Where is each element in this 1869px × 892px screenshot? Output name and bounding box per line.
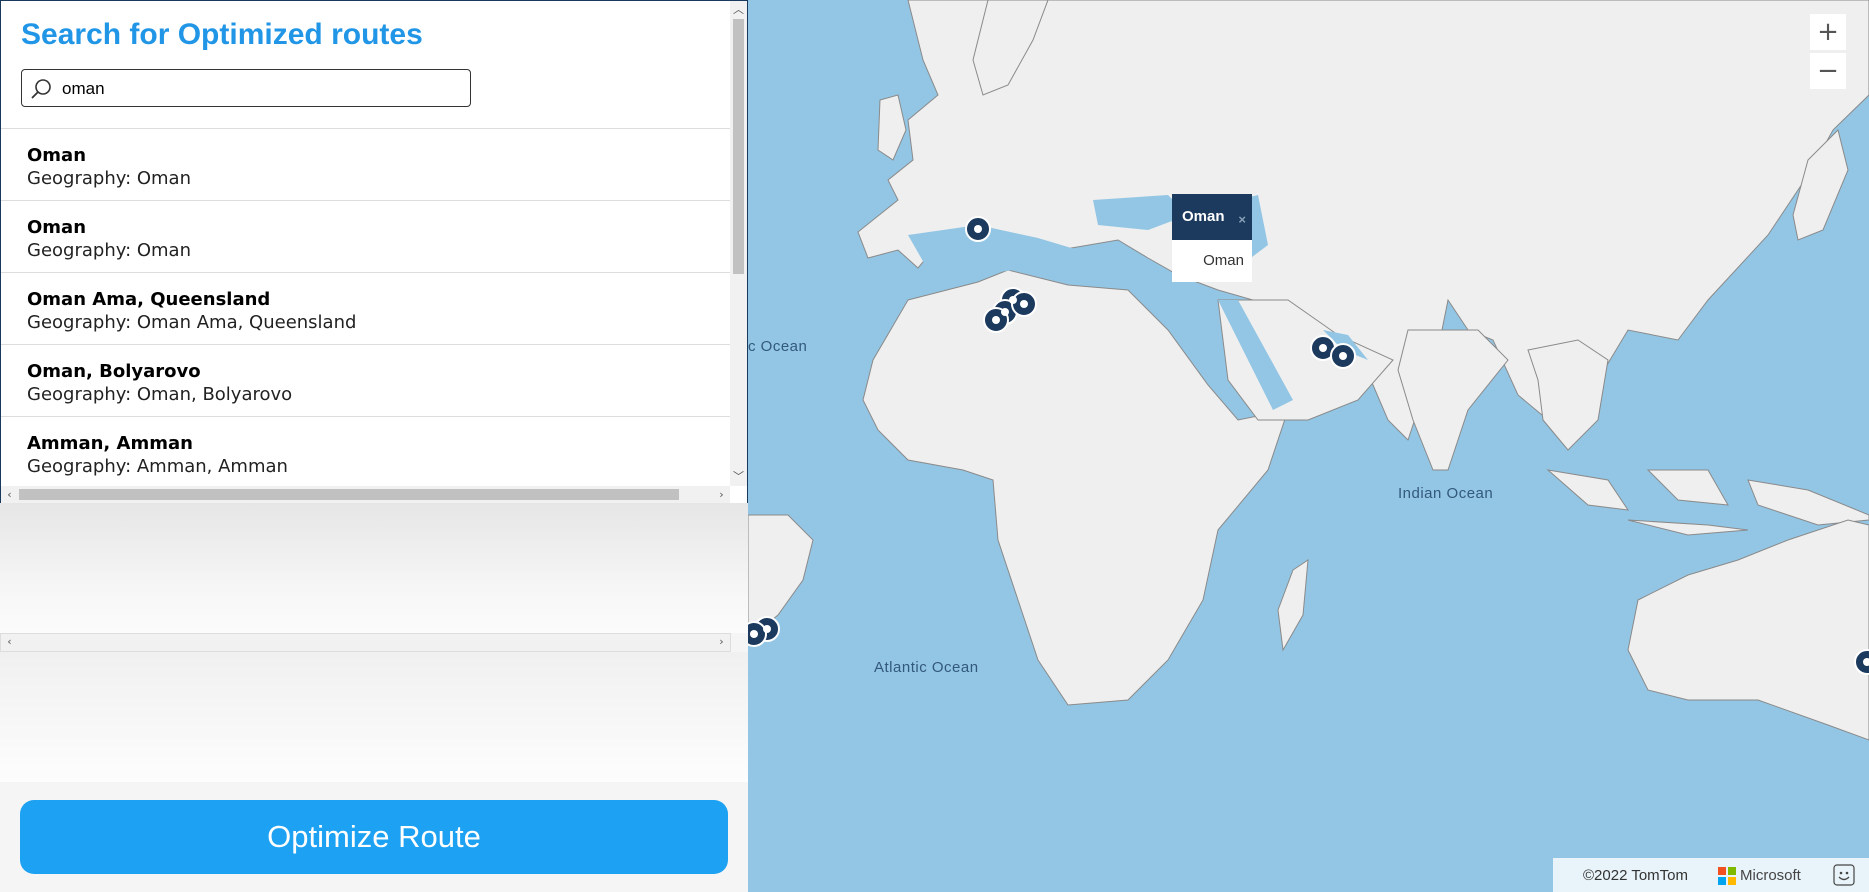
ocean-label-atlantic: Atlantic Ocean xyxy=(874,659,979,676)
zoom-in-button[interactable]: + xyxy=(1810,14,1846,50)
result-name: Oman xyxy=(27,217,87,238)
copyright-text: ©2022 TomTom xyxy=(1583,867,1688,884)
results-vertical-scrollbar[interactable]: ︿ ﹀ xyxy=(730,1,747,486)
scroll-right-arrow-icon[interactable]: › xyxy=(713,635,730,649)
scroll-down-arrow-icon[interactable]: ﹀ xyxy=(730,470,747,484)
close-icon[interactable]: × xyxy=(1238,197,1246,243)
map-canvas[interactable]: c Ocean Atlantic Ocean Indian Ocean + − xyxy=(748,0,1869,892)
result-name: Amman, Amman xyxy=(27,433,193,454)
scroll-up-arrow-icon[interactable]: ︿ xyxy=(730,3,747,17)
search-result-item[interactable]: Oman Geography: Oman xyxy=(1,201,730,273)
result-name: Oman, Bolyarovo xyxy=(27,361,201,382)
results-horizontal-scrollbar[interactable]: ‹ › xyxy=(1,486,730,503)
scroll-left-arrow-icon[interactable]: ‹ xyxy=(1,635,18,649)
microsoft-brand-text: Microsoft xyxy=(1740,867,1801,884)
search-input[interactable] xyxy=(60,74,464,104)
route-list-horizontal-scrollbar[interactable]: ‹ › xyxy=(0,633,731,652)
map-attribution: ©2022 TomTom Microsoft xyxy=(1553,858,1869,892)
world-map xyxy=(748,0,1869,741)
result-geography: Geography: Oman, Bolyarovo xyxy=(27,384,293,405)
result-geography: Geography: Oman Ama, Queensland xyxy=(27,312,357,333)
result-geography: Geography: Oman xyxy=(27,168,191,189)
search-result-item[interactable]: Oman Ama, Queensland Geography: Oman Ama… xyxy=(1,273,730,345)
popup-title-text: Oman xyxy=(1182,208,1225,225)
result-name: Oman xyxy=(27,145,87,166)
search-field[interactable] xyxy=(21,69,471,107)
scroll-right-arrow-icon[interactable]: › xyxy=(713,488,730,502)
search-icon xyxy=(31,79,51,99)
map-popup: Oman × Oman xyxy=(1172,194,1252,286)
search-result-item[interactable]: Amman, Amman Geography: Amman, Amman xyxy=(1,417,730,487)
ocean-label-atlantic-north: c Ocean xyxy=(748,338,808,355)
result-geography: Geography: Amman, Amman xyxy=(27,456,288,477)
ocean-label-indian: Indian Ocean xyxy=(1398,485,1494,502)
scroll-left-arrow-icon[interactable]: ‹ xyxy=(1,488,18,502)
zoom-out-button[interactable]: − xyxy=(1810,53,1846,89)
popup-title: Oman × xyxy=(1172,194,1252,240)
feedback-smiley-icon[interactable] xyxy=(1833,864,1855,886)
optimize-route-button[interactable]: Optimize Route xyxy=(20,800,728,874)
microsoft-logo-icon xyxy=(1718,867,1736,885)
search-result-item[interactable]: Oman, Bolyarovo Geography: Oman, Bolyaro… xyxy=(1,345,730,417)
popup-body: Oman xyxy=(1172,240,1252,282)
route-list-area xyxy=(0,503,748,633)
search-container: Search for Optimized routes Oman Geograp… xyxy=(0,0,748,505)
horizontal-scroll-thumb[interactable] xyxy=(19,489,679,500)
search-results-list[interactable]: Oman Geography: Oman Oman Geography: Oma… xyxy=(1,128,730,487)
vertical-scroll-thumb[interactable] xyxy=(733,19,744,274)
result-geography: Geography: Oman xyxy=(27,240,191,261)
search-title: Search for Optimized routes xyxy=(21,18,423,51)
route-search-panel: Search for Optimized routes Oman Geograp… xyxy=(0,0,748,892)
search-result-item[interactable]: Oman Geography: Oman xyxy=(1,129,730,201)
result-name: Oman Ama, Queensland xyxy=(27,289,271,310)
route-details-area xyxy=(0,652,748,782)
